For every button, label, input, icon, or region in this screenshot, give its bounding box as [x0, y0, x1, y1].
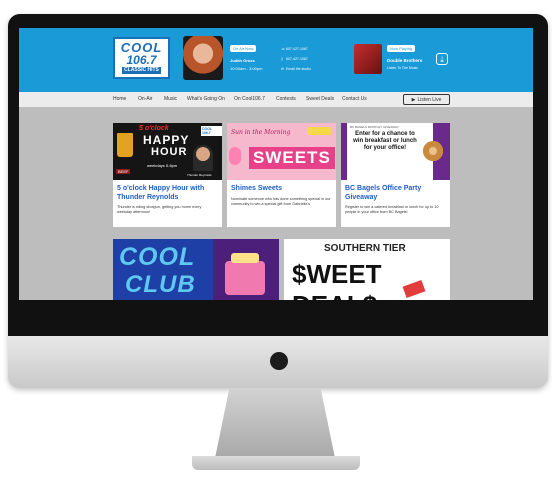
monitor-stand — [215, 388, 335, 458]
card-title[interactable]: BC Bagels Office Party Giveaway — [345, 184, 447, 202]
website-screen: COOL 106.7 CLASSIC HITS On Air Now Judit… — [19, 28, 533, 300]
now-playing-subtitle: Listen To The Music — [387, 66, 418, 70]
card-title[interactable]: 5 o'clock Happy Hour with Thunder Reynol… — [117, 184, 219, 202]
article-card-happy-hour[interactable]: 5 o'clock HAPPY HOUR weekdays 5-6pm BEEF… — [113, 123, 222, 227]
img-happy-hour-line4: weekdays 5-6pm — [147, 163, 178, 168]
banner-cool-text: COOL — [119, 243, 196, 271]
banner-club-text: CLUB — [125, 271, 196, 298]
card-title[interactable]: Shimes Sweets — [231, 184, 333, 193]
article-card-bagels[interactable]: BC BAGELS MONTHLY GIVEAWAY Enter for a c… — [341, 123, 450, 227]
listen-live-button[interactable]: ▶ Listen Live — [403, 94, 450, 105]
station-logo[interactable]: COOL 106.7 CLASSIC HITS — [113, 37, 170, 79]
img-sponsor: BEEF — [116, 169, 131, 174]
article-card-sweets[interactable]: Sun in the Morning SWEETS Shimes Sweets … — [227, 123, 336, 227]
contact-email-text: Email the studio — [286, 67, 311, 71]
img-happy-hour-line1: 5 o'clock — [139, 125, 169, 132]
nav-on-cool[interactable]: On Cool106.7 — [234, 96, 265, 102]
beer-mug-icon — [117, 133, 133, 157]
host-name[interactable]: Judith Gross — [230, 58, 255, 63]
nav-sweet-deals[interactable]: Sweet Deals — [306, 96, 334, 102]
cool-club-banner[interactable]: COOL CLUB — [113, 239, 279, 300]
monitor-logo-dot — [270, 352, 288, 370]
nav-whats-going-on[interactable]: What's Going On — [187, 96, 225, 102]
img-sweets-word: SWEETS — [249, 147, 335, 169]
nav-on-air[interactable]: On-Air — [138, 96, 152, 102]
now-playing-title: Double Brothers — [387, 58, 423, 63]
play-icon: ▶ — [411, 96, 416, 103]
bagel-icon — [423, 141, 443, 161]
listen-live-label: Listen Live — [417, 96, 442, 103]
monitor-base — [192, 456, 360, 470]
contact-phone-1[interactable]: ☏607-427-1067 — [281, 47, 308, 51]
download-icon: ⤓ — [440, 55, 444, 64]
img-happy-hour-line2: HAPPY — [143, 133, 190, 147]
lollipop-icon — [229, 147, 241, 165]
img-script-text: Sun in the Morning — [231, 129, 291, 136]
img-happy-hour-line3: HOUR — [151, 146, 188, 158]
card-body: Register to win a catered breakfast or l… — [345, 205, 439, 214]
now-playing-album-art — [354, 44, 382, 74]
nav-contests[interactable]: Contests — [276, 96, 296, 102]
contact-phone-2[interactable]: ▯ 607-427-1067 — [281, 57, 308, 61]
contact-phone-2-text: 607-427-1067 — [286, 57, 308, 61]
contact-phone-1-text: 607-427-1067 — [286, 47, 308, 51]
img-host-name: Thunder Reynolds — [187, 173, 212, 177]
sweets-image[interactable]: Sun in the Morning SWEETS — [227, 123, 336, 180]
download-app-button[interactable]: ⤓ — [436, 53, 448, 65]
contact-email[interactable]: ✉ Email the studio — [281, 67, 311, 71]
card-body: Nominate someone who has done something … — [231, 197, 331, 206]
host-photo[interactable] — [183, 36, 223, 80]
logo-line-3: CLASSIC HITS — [122, 67, 161, 74]
bagels-image[interactable]: BC BAGELS MONTHLY GIVEAWAY Enter for a c… — [341, 123, 450, 180]
on-air-badge: On Air Now — [230, 45, 257, 52]
nav-contact-us[interactable]: Contact Us — [342, 96, 367, 102]
main-nav: Home On-Air Music What's Going On On Coo… — [19, 92, 533, 107]
host-time: 10:00am - 3:00pm — [230, 66, 263, 71]
happy-hour-image[interactable]: 5 o'clock HAPPY HOUR weekdays 5-6pm BEEF… — [113, 123, 222, 180]
sweet-deals-banner[interactable]: SOUTHERN TIER $WEET DEAL$ — [284, 239, 450, 300]
banner-southern-tier: SOUTHERN TIER — [324, 243, 406, 254]
img-station-logo: COOL 106.7 — [201, 126, 222, 136]
birthday-cake-icon — [225, 261, 265, 295]
card-body: Thunder is riding shotgun, getting you h… — [117, 205, 202, 214]
banner-sweet-deals: $WEET DEAL$ — [292, 259, 382, 300]
shop-logo — [307, 127, 331, 135]
host-thunder-photo — [193, 145, 213, 171]
nav-music[interactable]: Music — [164, 96, 177, 102]
now-playing-badge: Now Playing — [387, 45, 416, 52]
img-enter-text: Enter for a chance to win breakfast or l… — [353, 131, 417, 151]
img-small-text: BC BAGELS MONTHLY GIVEAWAY — [350, 125, 399, 129]
logo-line-2: 106.7 — [126, 53, 157, 67]
cake-candles — [231, 253, 259, 263]
nav-home[interactable]: Home — [113, 96, 126, 102]
site-header: COOL 106.7 CLASSIC HITS On Air Now Judit… — [19, 28, 533, 92]
